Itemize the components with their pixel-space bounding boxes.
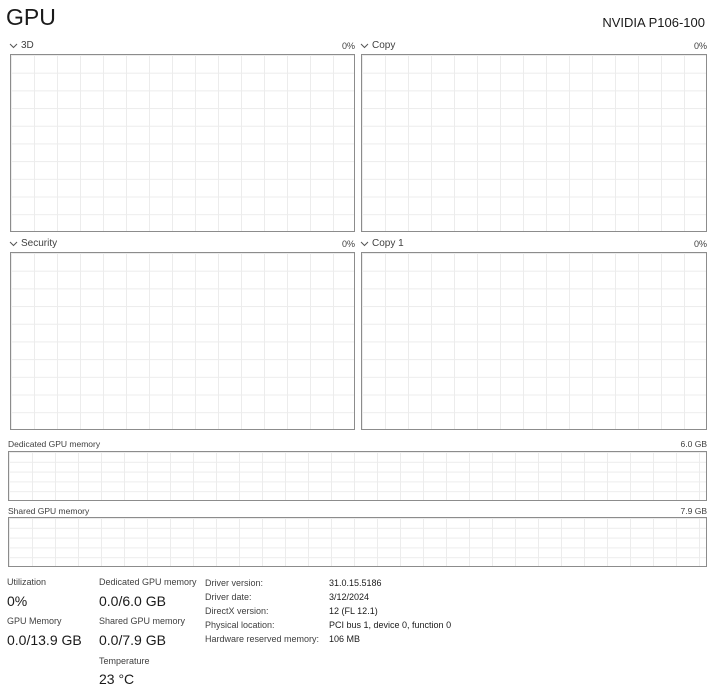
chevron-down-icon bbox=[9, 43, 18, 49]
chevron-down-icon bbox=[9, 241, 18, 247]
dedicated-memory-graph bbox=[8, 451, 707, 501]
engine-selector-security[interactable]: Security bbox=[9, 238, 57, 249]
temperature-value: 23 °C bbox=[99, 671, 135, 687]
reserved-memory-value: 106 MB bbox=[329, 634, 361, 644]
driver-date-key: Driver date: bbox=[205, 592, 252, 602]
physical-location-value: PCI bus 1, device 0, function 0 bbox=[329, 620, 452, 630]
shared-memory-value: 0.0/7.9 GB bbox=[99, 632, 166, 648]
engine-label: Copy 1 bbox=[372, 238, 404, 249]
engine-selector-3d[interactable]: 3D bbox=[9, 40, 34, 51]
physical-location-key: Physical location: bbox=[205, 620, 275, 630]
gpu-memory-label: GPU Memory bbox=[7, 616, 62, 626]
driver-date-value: 3/12/2024 bbox=[329, 592, 370, 602]
engine-percent: 0% bbox=[341, 239, 355, 249]
temperature-label: Temperature bbox=[99, 656, 150, 666]
chevron-down-icon bbox=[360, 43, 369, 49]
chevron-down-icon bbox=[360, 241, 369, 247]
driver-version-key: Driver version: bbox=[205, 578, 264, 588]
dedicated-memory-value: 0.0/6.0 GB bbox=[99, 593, 166, 609]
directx-version-key: DirectX version: bbox=[205, 606, 269, 616]
shared-memory-graph bbox=[8, 517, 707, 567]
reserved-memory-key: Hardware reserved memory: bbox=[205, 634, 320, 644]
utilization-label: Utilization bbox=[7, 577, 47, 587]
shared-memory-graph-max: 7.9 GB bbox=[680, 506, 707, 516]
dedicated-memory-graph-label: Dedicated GPU memory bbox=[8, 439, 101, 449]
gpu-memory-value: 0.0/13.9 GB bbox=[7, 632, 82, 648]
shared-memory-graph-label: Shared GPU memory bbox=[8, 506, 90, 516]
utilization-value: 0% bbox=[7, 593, 28, 609]
driver-version-value: 31.0.15.5186 bbox=[329, 578, 382, 588]
engine-percent: 0% bbox=[341, 41, 355, 51]
engine-label: 3D bbox=[21, 40, 34, 51]
engine-percent: 0% bbox=[693, 239, 707, 249]
directx-version-value: 12 (FL 12.1) bbox=[329, 606, 378, 616]
engine-graph-security bbox=[10, 252, 355, 430]
dedicated-memory-graph-max: 6.0 GB bbox=[680, 439, 707, 449]
engine-selector-copy-1[interactable]: Copy 1 bbox=[360, 238, 404, 249]
engine-label: Copy bbox=[372, 40, 396, 51]
engine-label: Security bbox=[21, 238, 58, 249]
device-name: NVIDIA P106-100 bbox=[602, 15, 705, 30]
engine-selector-copy[interactable]: Copy bbox=[360, 40, 395, 51]
engine-graph-copy-1 bbox=[361, 252, 707, 430]
shared-memory-label: Shared GPU memory bbox=[99, 616, 186, 626]
engine-graph-3d bbox=[10, 54, 355, 232]
engine-graph-copy bbox=[361, 54, 707, 232]
page-title: GPU bbox=[6, 4, 56, 30]
dedicated-memory-label: Dedicated GPU memory bbox=[99, 577, 197, 587]
engine-percent: 0% bbox=[693, 41, 707, 51]
